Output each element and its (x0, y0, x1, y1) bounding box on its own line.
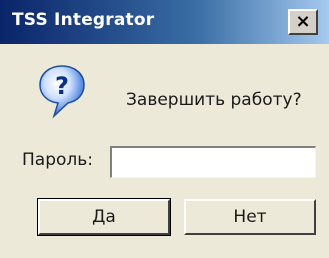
yes-button[interactable]: Да (37, 198, 171, 236)
password-field[interactable] (110, 146, 316, 178)
confirm-exit-dialog: TSS Integrator × ? Завершить работу? Пар… (0, 0, 329, 258)
no-button[interactable]: Нет (184, 199, 316, 235)
window-title: TSS Integrator (12, 10, 155, 30)
password-label: Пароль: (22, 150, 94, 170)
close-button[interactable]: × (288, 9, 318, 35)
title-bar[interactable]: TSS Integrator × (0, 0, 329, 44)
confirm-message: Завершить работу? (126, 90, 302, 110)
close-icon: × (295, 11, 311, 32)
question-icon: ? (39, 65, 85, 119)
svg-text:?: ? (55, 72, 69, 100)
